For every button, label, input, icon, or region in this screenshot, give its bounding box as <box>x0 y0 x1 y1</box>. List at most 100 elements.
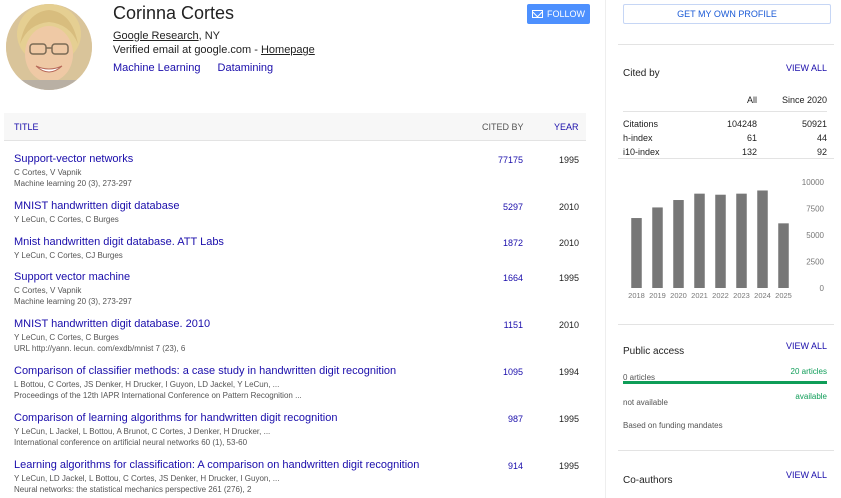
paper-authors: C Cortes, V Vapnik <box>14 286 82 295</box>
affiliation-link[interactable]: Google Research <box>113 30 199 42</box>
table-header: TITLE CITED BY YEAR <box>4 113 586 141</box>
stats-col-since: Since 2020 <box>781 94 827 105</box>
stat-since: 50921 <box>801 119 827 129</box>
coauthors-header: Co-authors VIEW ALL <box>623 470 827 488</box>
paper-year: 2010 <box>559 238 580 248</box>
divider <box>618 44 834 45</box>
paper-venue: International conference on artificial n… <box>14 438 248 447</box>
paper-authors: Y LeCun, LD Jackel, L Bottou, C Cortes, … <box>14 474 280 483</box>
paper-title-link[interactable]: Mnist handwritten digit database. ATT La… <box>14 236 224 248</box>
chart-y-tick: 0 <box>820 284 825 293</box>
homepage-link[interactable]: Homepage <box>261 44 315 56</box>
public-access-available: available <box>795 392 827 401</box>
sort-by-year[interactable]: YEAR <box>554 122 579 132</box>
paper-authors: Y LeCun, C Cortes, C Burges <box>14 333 119 342</box>
chart-x-tick: 2021 <box>691 291 708 300</box>
stat-label: h-index <box>623 133 653 143</box>
paper-authors: L Bottou, C Cortes, JS Denker, H Drucker… <box>14 380 280 389</box>
stats-col-all: All <box>746 94 757 105</box>
chart-x-tick: 2020 <box>670 291 687 300</box>
coauthors-view-all[interactable]: VIEW ALL <box>786 470 827 480</box>
chart-x-tick: 2025 <box>775 291 792 300</box>
paper-title-link[interactable]: Learning algorithms for classification: … <box>14 459 419 471</box>
paper-venue: Machine learning 20 (3), 273-297 <box>14 179 132 188</box>
public-access-title: Public access <box>623 346 685 357</box>
affiliation-location: , NY <box>198 30 221 42</box>
stat-since: 44 <box>816 133 827 143</box>
chart-bar-2019[interactable] <box>652 207 663 288</box>
chart-bar-2021[interactable] <box>694 193 705 288</box>
chart-y-tick: 10000 <box>802 178 825 187</box>
chart-bar-2023[interactable] <box>736 193 747 288</box>
profile-name: Corinna Cortes <box>113 3 235 23</box>
paper-venue: URL http://yann. lecun. com/exdb/mnist 7… <box>14 344 186 353</box>
cited-by-view-all[interactable]: VIEW ALL <box>786 63 827 73</box>
cited-count-link[interactable]: 5297 <box>503 202 523 212</box>
chart-x-tick: 2018 <box>628 291 645 300</box>
cited-count-link[interactable]: 1151 <box>504 320 523 330</box>
citation-stats: All Since 2020 Citations 104248 50921 h-… <box>623 89 827 159</box>
stat-label: i10-index <box>623 147 660 157</box>
divider <box>618 324 834 325</box>
stat-since: 92 <box>816 147 827 157</box>
divider <box>618 158 834 159</box>
chart-y-tick: 5000 <box>806 231 824 240</box>
cited-by-title: Cited by <box>623 68 660 79</box>
cited-count-link[interactable]: 1095 <box>503 367 523 377</box>
paper-title-link[interactable]: Comparison of classifier methods: a case… <box>14 365 396 377</box>
paper-year: 1995 <box>559 273 580 283</box>
public-access-status: not available available <box>623 392 827 410</box>
citations-per-year-chart: 2018 2019 2020 2021 2022 2023 2024 2025 10000 750… <box>628 178 825 300</box>
cited-count-link[interactable]: 914 <box>508 461 523 471</box>
chart-bar-2020[interactable] <box>673 200 684 288</box>
paper-year: 1994 <box>559 367 580 377</box>
chart-bar-2022[interactable] <box>715 194 726 288</box>
paper-year: 2010 <box>559 202 580 212</box>
paper-title-link[interactable]: MNIST handwritten digit database. 2010 <box>14 318 210 330</box>
coauthors-title: Co-authors <box>623 475 673 486</box>
paper-title-link[interactable]: MNIST handwritten digit database <box>14 200 180 212</box>
chart-bar-2024[interactable] <box>757 190 768 288</box>
avatar <box>6 4 92 90</box>
cited-count-link[interactable]: 1872 <box>503 238 523 248</box>
stats-header-blank <box>623 89 697 111</box>
paper-authors: C Cortes, V Vapnik <box>14 168 82 177</box>
public-access-bar <box>623 381 827 384</box>
paper-title-link[interactable]: Support vector machine <box>14 271 130 283</box>
research-interests: Machine Learning Datamining <box>113 62 287 74</box>
verified-email-text: Verified email at google.com - <box>113 44 261 56</box>
sort-by-cited[interactable]: CITED BY <box>482 122 524 132</box>
interest-machine-learning[interactable]: Machine Learning <box>113 62 200 74</box>
chart-y-tick: 2500 <box>806 258 824 267</box>
public-access-available-count[interactable]: 20 articles <box>791 367 827 376</box>
cited-count-link[interactable]: 987 <box>508 414 523 424</box>
chart-bar-2018[interactable] <box>631 218 642 288</box>
chart-x-tick: 2023 <box>733 291 750 300</box>
panel-divider <box>605 0 606 498</box>
stat-all: 132 <box>741 147 757 157</box>
get-my-own-profile-button[interactable]: GET MY OWN PROFILE <box>623 4 831 24</box>
public-access-view-all[interactable]: VIEW ALL <box>786 341 827 351</box>
sort-by-title[interactable]: TITLE <box>14 122 39 132</box>
paper-venue: Neural networks: the statistical mechani… <box>14 485 252 494</box>
follow-button[interactable]: FOLLOW <box>527 4 590 24</box>
paper-venue: Machine learning 20 (3), 273-297 <box>14 297 132 306</box>
chart-bar-2025[interactable] <box>778 223 789 288</box>
paper-year: 1995 <box>559 414 580 424</box>
public-access-header: Public access VIEW ALL <box>623 341 827 359</box>
funding-mandates-note: Based on funding mandates <box>623 421 723 430</box>
paper-authors: Y LeCun, C Cortes, C Burges <box>14 215 119 224</box>
paper-title-link[interactable]: Support-vector networks <box>14 153 133 165</box>
stat-all: 104248 <box>726 119 757 129</box>
mail-icon <box>531 10 543 18</box>
paper-year: 1995 <box>559 155 580 165</box>
paper-title-link[interactable]: Comparison of learning algorithms for ha… <box>14 412 337 424</box>
chart-x-tick: 2024 <box>754 291 771 300</box>
interest-datamining[interactable]: Datamining <box>218 62 274 74</box>
paper-venue: Proceedings of the 12th IAPR Internation… <box>14 391 302 400</box>
chart-x-tick: 2022 <box>712 291 729 300</box>
stat-label: Citations <box>623 119 659 129</box>
cited-count-link[interactable]: 77175 <box>498 155 523 165</box>
cited-count-link[interactable]: 1664 <box>503 273 523 283</box>
chart-y-tick: 7500 <box>806 205 824 214</box>
